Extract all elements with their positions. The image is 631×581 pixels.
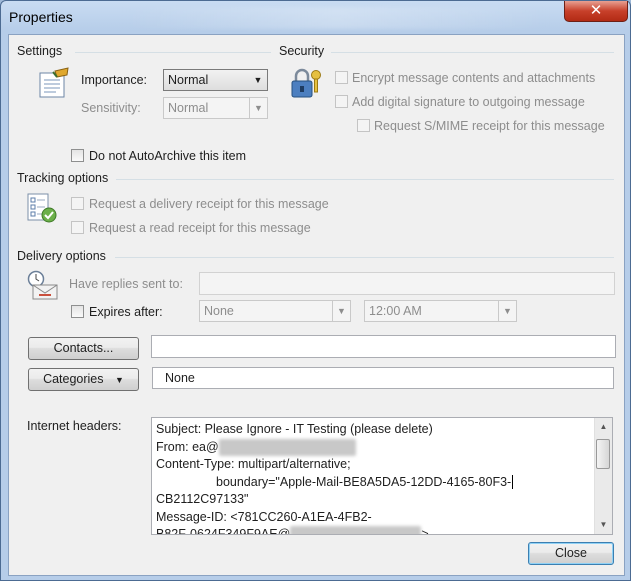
- contacts-button[interactable]: Contacts...: [28, 337, 139, 360]
- sensitivity-label: Sensitivity:: [81, 101, 141, 115]
- expires-checkbox[interactable]: [71, 305, 84, 318]
- scroll-thumb[interactable]: [596, 439, 610, 469]
- properties-dialog: Properties ✕ Settings Importance: Normal…: [0, 0, 631, 581]
- scroll-up-icon[interactable]: ▲: [597, 420, 610, 434]
- security-group-label: Security: [279, 44, 325, 58]
- sensitivity-dropdown[interactable]: Normal ▼: [163, 97, 268, 119]
- contacts-field[interactable]: [151, 335, 616, 358]
- properties-sheet-icon: [39, 67, 69, 98]
- chevron-down-icon: ▼: [115, 375, 124, 385]
- title-bar: Properties ✕: [1, 1, 630, 34]
- importance-label: Importance:: [81, 73, 148, 87]
- sensitivity-value: Normal: [168, 101, 209, 115]
- autoarchive-label: Do not AutoArchive this item: [89, 149, 247, 163]
- expires-date-dropdown[interactable]: None ▼: [199, 300, 351, 322]
- header-line: Content-Type: multipart/alternative;: [156, 457, 351, 471]
- window-title: Properties: [9, 9, 73, 25]
- header-line: CB2112C97133": [156, 492, 249, 506]
- encrypt-label: Encrypt message contents and attachments: [352, 71, 596, 85]
- header-line: From: ea@redactedemail.vic.gov.au: [156, 438, 592, 456]
- header-line: Subject: Please Ignore - IT Testing (ple…: [156, 422, 433, 436]
- settings-group-label: Settings: [17, 44, 63, 58]
- scroll-down-icon[interactable]: ▼: [597, 518, 610, 532]
- lock-key-icon: [291, 68, 321, 98]
- tracking-group-label: Tracking options: [17, 171, 109, 185]
- delivery-divider: [115, 257, 614, 258]
- importance-dropdown[interactable]: Normal ▼: [163, 69, 268, 91]
- delivery-group-label: Delivery options: [17, 249, 106, 263]
- internet-headers-textbox[interactable]: Subject: Please Ignore - IT Testing (ple…: [151, 417, 613, 535]
- autoarchive-checkbox[interactable]: [71, 149, 84, 162]
- delivery-receipt-checkbox[interactable]: [71, 197, 84, 210]
- security-divider: [331, 52, 614, 53]
- categories-value: None: [165, 371, 195, 385]
- categories-button-label: Categories: [43, 372, 104, 386]
- background-ribbon: [121, 7, 551, 29]
- expires-time-value: 12:00 AM: [369, 304, 422, 318]
- digital-signature-checkbox[interactable]: [335, 95, 348, 108]
- headers-scrollbar[interactable]: ▲ ▼: [594, 418, 612, 534]
- settings-divider: [75, 52, 271, 53]
- read-receipt-label: Request a read receipt for this message: [89, 221, 311, 235]
- dialog-body: Settings Importance: Normal ▼ Sensitivit…: [8, 34, 625, 576]
- chevron-down-icon: ▼: [249, 98, 267, 118]
- clock-envelope-icon: [27, 270, 58, 300]
- expires-time-dropdown[interactable]: 12:00 AM ▼: [364, 300, 517, 322]
- digital-signature-label: Add digital signature to outgoing messag…: [352, 95, 585, 109]
- header-line: boundary="Apple-Mail-BE8A5DA5-12DD-4165-…: [216, 474, 514, 489]
- delivery-receipt-label: Request a delivery receipt for this mess…: [89, 197, 329, 211]
- internet-headers-label: Internet headers:: [27, 419, 122, 433]
- header-line: Message-ID: <781CC260-A1EA-4FB2-: [156, 509, 372, 524]
- smime-receipt-label: Request S/MIME receipt for this message: [374, 119, 605, 133]
- categories-button[interactable]: Categories ▼: [28, 368, 139, 391]
- replies-field[interactable]: [199, 272, 615, 295]
- headers-text: Subject: Please Ignore - IT Testing (ple…: [156, 421, 592, 534]
- window-close-button[interactable]: ✕: [564, 1, 628, 22]
- read-receipt-checkbox[interactable]: [71, 221, 84, 234]
- smime-receipt-checkbox[interactable]: [357, 119, 370, 132]
- chevron-down-icon: ▼: [498, 301, 516, 321]
- expires-date-value: None: [204, 304, 234, 318]
- encrypt-checkbox[interactable]: [335, 71, 348, 84]
- chevron-down-icon: ▼: [332, 301, 350, 321]
- tracking-divider: [116, 179, 614, 180]
- chevron-down-icon: ▼: [253, 75, 263, 85]
- tracking-checklist-icon: [27, 193, 57, 223]
- categories-field: None: [152, 367, 614, 389]
- expires-label: Expires after:: [89, 305, 163, 319]
- replies-label: Have replies sent to:: [69, 277, 183, 291]
- close-button[interactable]: Close: [528, 542, 614, 565]
- importance-value: Normal: [168, 73, 209, 87]
- header-line: B82F-0624F349F9AE@redactedhost.vic.gov.a…: [156, 526, 592, 534]
